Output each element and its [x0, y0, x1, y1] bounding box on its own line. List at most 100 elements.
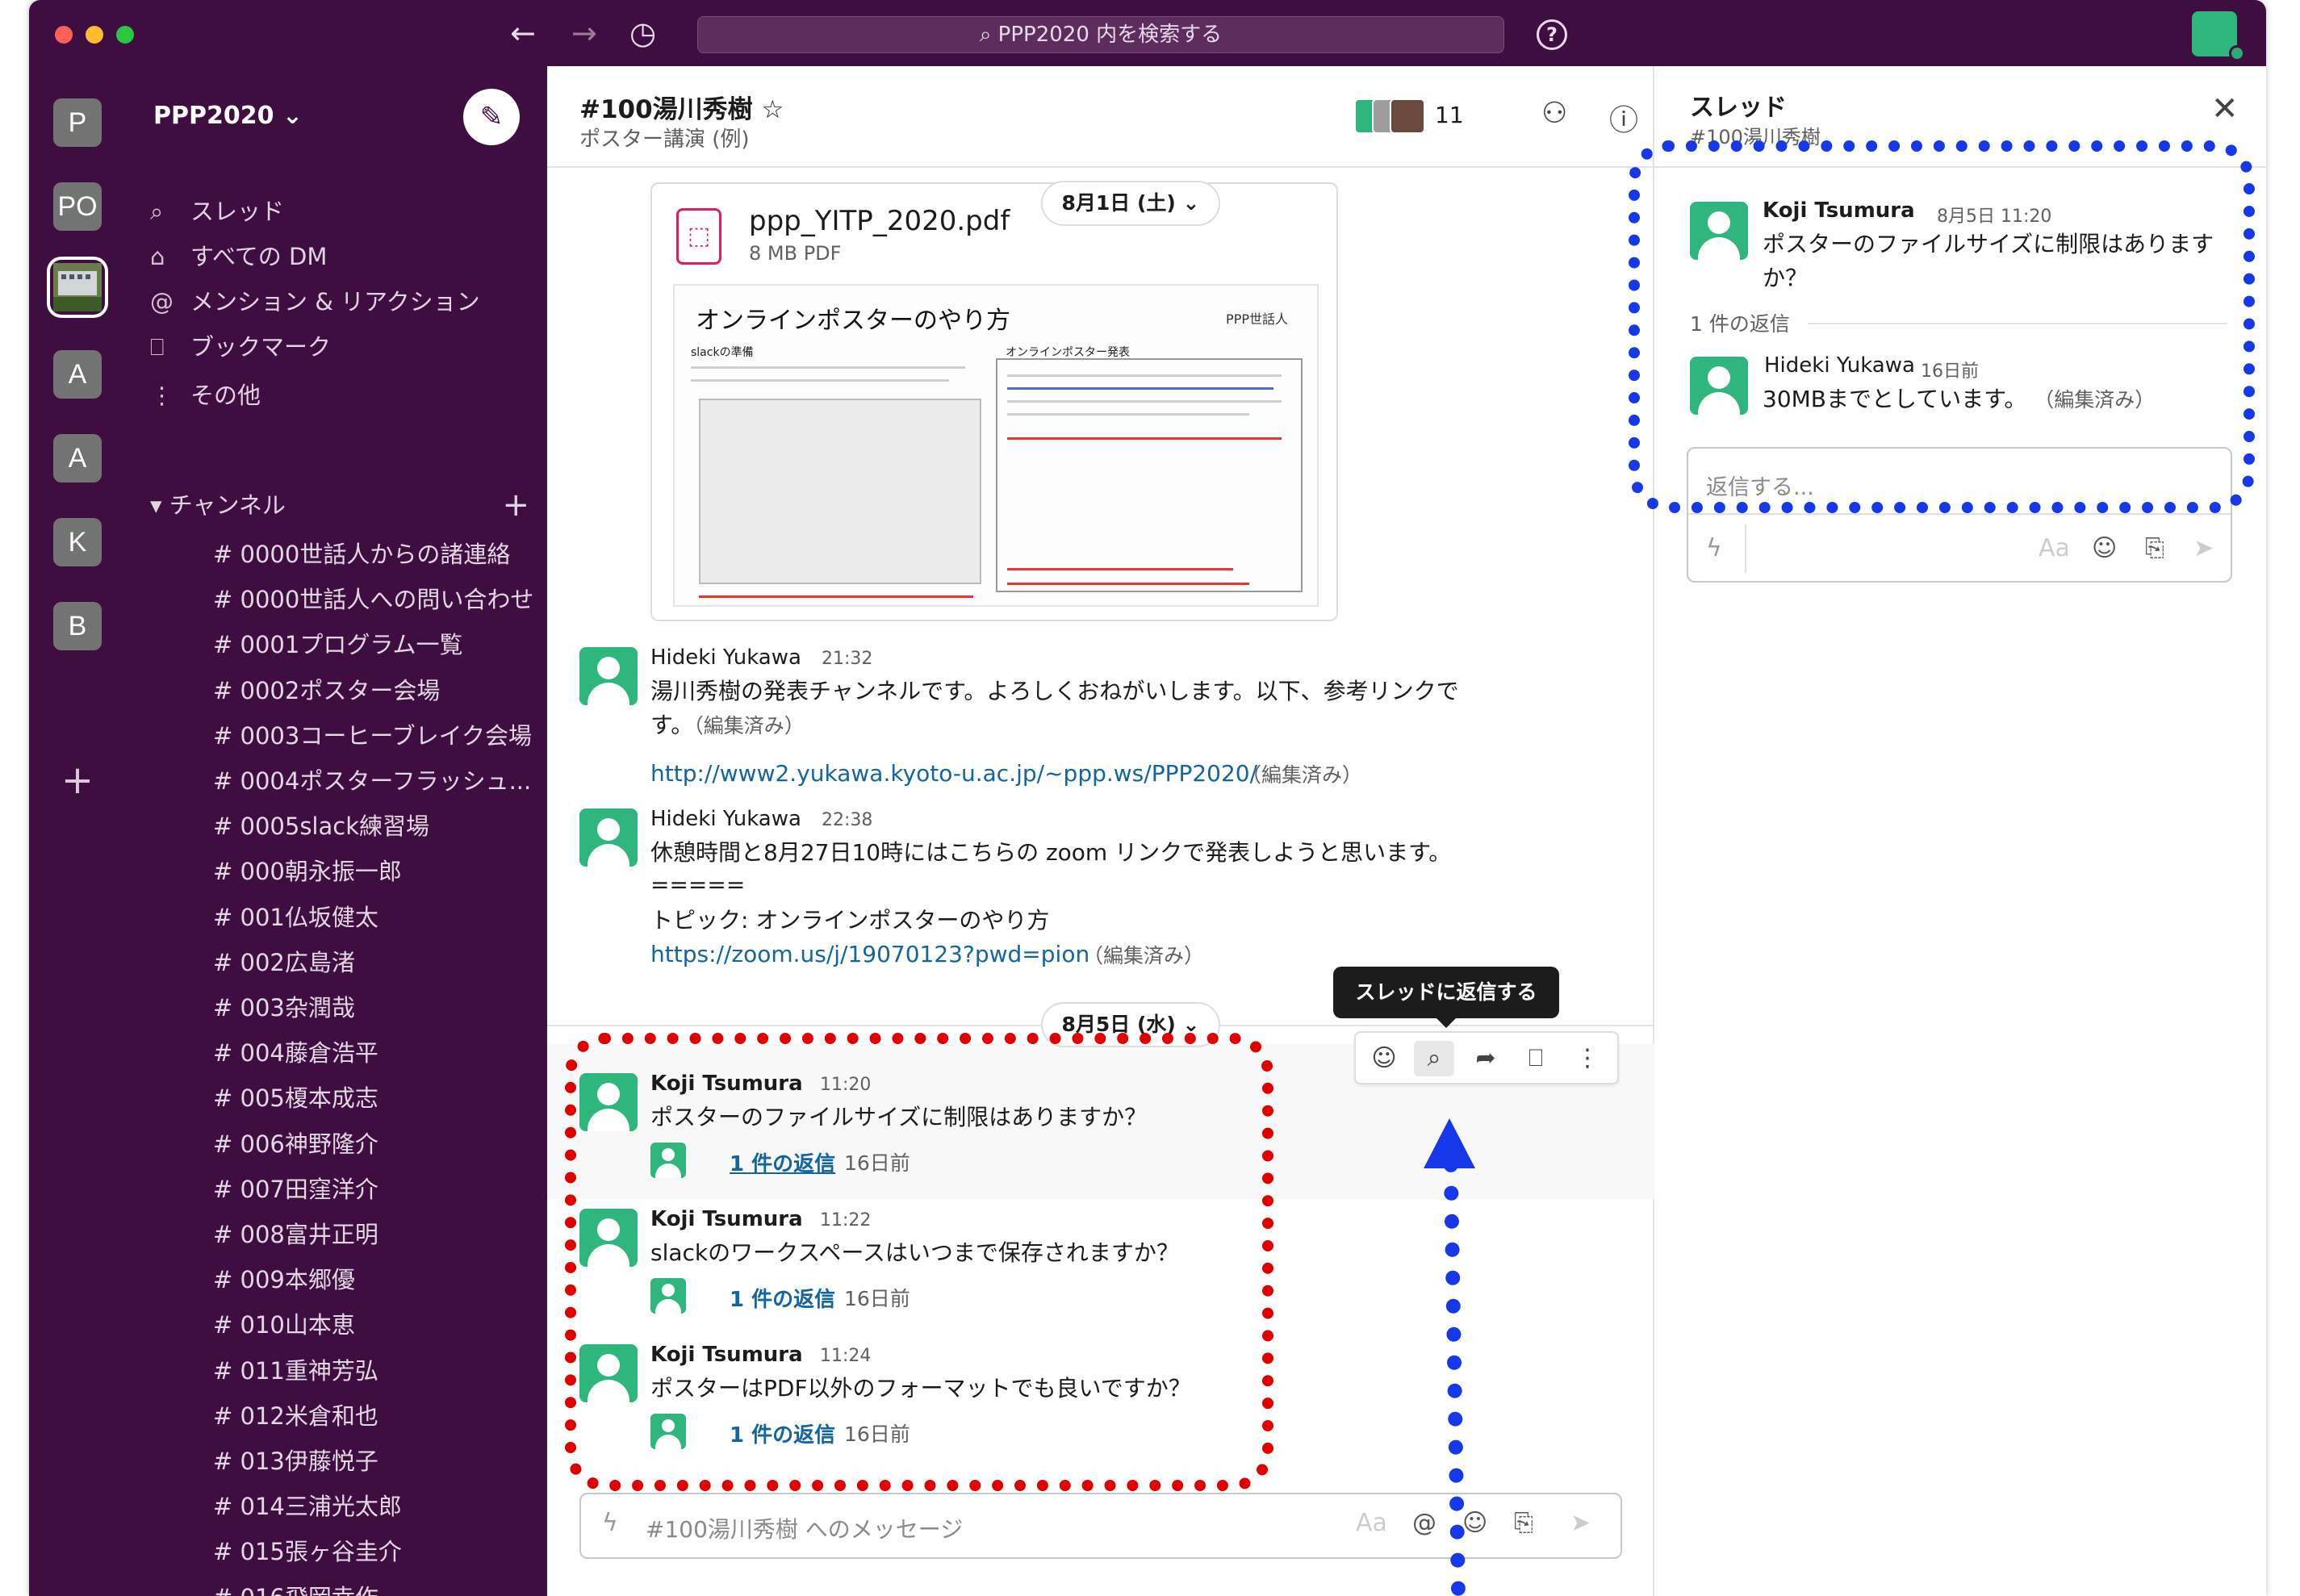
- workspace-ppp2020[interactable]: [53, 263, 102, 311]
- workspace-k[interactable]: K: [53, 518, 102, 566]
- channels-section-header[interactable]: ▾ チャンネル +: [150, 486, 529, 524]
- format-icon[interactable]: Aa: [2039, 534, 2070, 562]
- sidebar-item-more[interactable]: ⋮ その他: [150, 376, 529, 415]
- presence-indicator: [2229, 45, 2245, 61]
- minimize-window-button[interactable]: [86, 26, 103, 44]
- send-icon[interactable]: ➤: [1570, 1509, 1591, 1537]
- sidebar-channel-item[interactable]: # 011重神芳弘: [213, 1351, 536, 1391]
- shortcuts-icon[interactable]: ϟ: [602, 1509, 618, 1537]
- sidebar-channel-item[interactable]: # 0001プログラム一覧: [213, 625, 536, 665]
- close-window-button[interactable]: [55, 26, 73, 44]
- sidebar-channel-item[interactable]: # 015張ヶ谷圭介: [213, 1531, 536, 1572]
- preview-org: PPP世話人: [1226, 311, 1288, 327]
- message-time[interactable]: 22:38: [822, 810, 872, 830]
- edited-label: （編集済み）: [1083, 944, 1205, 967]
- mention-icon[interactable]: @: [1412, 1509, 1436, 1537]
- message-author[interactable]: Hideki Yukawa: [650, 807, 801, 831]
- file-name[interactable]: ppp_YITP_2020.pdf: [749, 205, 1010, 237]
- sidebar-channel-item[interactable]: # 0003コーヒーブレイク会場: [213, 716, 536, 756]
- sidebar-channel-item[interactable]: # 010山本恵: [213, 1305, 536, 1345]
- workspace-p[interactable]: P: [53, 98, 102, 147]
- sidebar-channel-item[interactable]: # 012米倉和也: [213, 1396, 536, 1436]
- composer-divider: [1745, 524, 1746, 573]
- message-author[interactable]: Hideki Yukawa: [650, 646, 801, 670]
- channels-label: ▾ チャンネル: [150, 491, 286, 519]
- file-attachment[interactable]: ⬚ ppp_YITP_2020.pdf 8 MB PDF オンラインポスターのや…: [650, 182, 1338, 621]
- sidebar-item-label: ブックマーク: [190, 333, 332, 361]
- sidebar-channel-item[interactable]: # 0004ポスターフラッシュ...: [213, 761, 536, 801]
- add-channel-icon[interactable]: +: [502, 486, 529, 524]
- sidebar-channel-item[interactable]: # 004藤倉浩平: [213, 1033, 536, 1073]
- sidebar-item-label: スレッド: [190, 198, 285, 225]
- more-actions-icon[interactable]: ⋮: [1567, 1041, 1608, 1076]
- workspace-a-2[interactable]: A: [53, 434, 102, 483]
- back-arrow-icon[interactable]: ←: [510, 16, 536, 50]
- message-time[interactable]: 21:32: [822, 649, 872, 669]
- history-icon[interactable]: ◷: [629, 16, 656, 50]
- sidebar-channel-item[interactable]: # 0002ポスター会場: [213, 671, 536, 711]
- workspace-a-1[interactable]: A: [53, 350, 102, 399]
- member-count[interactable]: 11: [1435, 102, 1464, 128]
- sidebar-channel-item[interactable]: # 007田窪洋介: [213, 1169, 536, 1210]
- sidebar: PPP2020 ⌄ ✎ ⌕ スレッド ⌂ すべての DM @ メンション & リアクシ…: [126, 66, 547, 1596]
- sidebar-item-dms[interactable]: ⌂ すべての DM: [150, 237, 529, 276]
- add-workspace-button[interactable]: +: [53, 756, 102, 804]
- preview-screenshot: [699, 399, 981, 584]
- search-bar[interactable]: ⌕ PPP2020 内を検索する: [697, 16, 1504, 53]
- attach-icon[interactable]: ⎘: [2145, 534, 2164, 562]
- info-icon[interactable]: ⓘ: [1609, 97, 1638, 139]
- workspace-b[interactable]: B: [53, 602, 102, 650]
- preview-line: [691, 379, 949, 382]
- avatar[interactable]: [579, 808, 638, 867]
- share-message-icon[interactable]: ➦: [1466, 1041, 1506, 1076]
- help-icon[interactable]: ?: [1537, 19, 1567, 50]
- sidebar-channel-item[interactable]: # 005榎本成志: [213, 1078, 536, 1118]
- add-reaction-icon[interactable]: ☺: [1364, 1041, 1404, 1076]
- bookmark-message-icon[interactable]: ⎕: [1516, 1041, 1556, 1076]
- member-avatars[interactable]: [1354, 98, 1425, 134]
- message-link[interactable]: https://zoom.us/j/19070123?pwd=pion: [650, 941, 1089, 967]
- file-preview[interactable]: オンラインポスターのやり方 PPP世話人 slackの準備 オンラインポスター発…: [673, 284, 1319, 607]
- message-input[interactable]: #100湯川秀樹 へのメッセージ: [646, 1512, 963, 1544]
- sidebar-channel-item[interactable]: # 000朝永振一郎: [213, 851, 536, 892]
- sidebar-item-mentions[interactable]: @ メンション & リアクション: [150, 282, 529, 321]
- sidebar-item-threads[interactable]: ⌕ スレッド: [150, 192, 529, 231]
- sidebar-channel-item[interactable]: # 0000世話人からの諸連絡: [213, 534, 536, 574]
- bookmark-icon: ⎕: [150, 333, 165, 361]
- preview-line: [1007, 583, 1249, 585]
- sidebar-channel-item[interactable]: # 001仏坂健太: [213, 897, 536, 938]
- sidebar-channel-item[interactable]: # 002広島渚: [213, 942, 536, 983]
- forward-arrow-icon[interactable]: →: [571, 16, 597, 50]
- sidebar-channel-item[interactable]: # 008富井正明: [213, 1214, 536, 1255]
- message-actions-toolbar: ☺ ⌕ ➦ ⎕ ⋮: [1354, 1031, 1619, 1084]
- sidebar-channel-item[interactable]: # 0005slack練習場: [213, 806, 536, 846]
- emoji-icon[interactable]: ☺: [2092, 534, 2117, 562]
- workspace-photo-icon: [53, 263, 102, 311]
- pdf-icon: ⬚: [676, 208, 721, 265]
- send-icon[interactable]: ➤: [2193, 534, 2214, 562]
- workspace-name[interactable]: PPP2020 ⌄: [153, 102, 303, 130]
- close-icon[interactable]: ✕: [2211, 90, 2239, 127]
- sidebar-channel-item[interactable]: # 003杂潤哉: [213, 988, 536, 1028]
- shortcuts-icon[interactable]: ϟ: [1706, 534, 1722, 562]
- channel-topic[interactable]: ポスター講演 (例): [579, 123, 750, 152]
- format-icon[interactable]: Aa: [1356, 1509, 1387, 1537]
- reply-in-thread-icon[interactable]: ⌕: [1414, 1041, 1454, 1076]
- sidebar-channel-item[interactable]: # 009本郷優: [213, 1260, 536, 1300]
- attach-icon[interactable]: ⎘: [1514, 1509, 1533, 1537]
- add-member-icon[interactable]: ⚇: [1541, 97, 1567, 130]
- compose-icon[interactable]: ✎: [463, 89, 520, 145]
- message-link[interactable]: http://www2.yukawa.kyoto-u.ac.jp/~ppp.ws…: [650, 760, 1257, 787]
- avatar[interactable]: [579, 647, 638, 705]
- workspace-switcher: P PO A A K B +: [29, 66, 126, 1596]
- date-divider-pill[interactable]: 8月1日 (土) ⌄: [1041, 181, 1220, 226]
- workspace-po[interactable]: PO: [53, 182, 102, 231]
- sidebar-channel-item[interactable]: # 016飛岡幸作: [213, 1577, 536, 1596]
- sidebar-channel-item[interactable]: # 014三浦光太郎: [213, 1486, 536, 1527]
- channel-title[interactable]: #100湯川秀樹 ☆: [579, 89, 784, 125]
- sidebar-channel-item[interactable]: # 006神野隆介: [213, 1124, 536, 1164]
- sidebar-item-bookmarks[interactable]: ⎕ ブックマーク: [150, 328, 529, 366]
- sidebar-channel-item[interactable]: # 013伊藤悦子: [213, 1441, 536, 1481]
- sidebar-channel-item[interactable]: # 0000世話人への問い合わせ: [213, 579, 536, 620]
- zoom-window-button[interactable]: [116, 26, 134, 44]
